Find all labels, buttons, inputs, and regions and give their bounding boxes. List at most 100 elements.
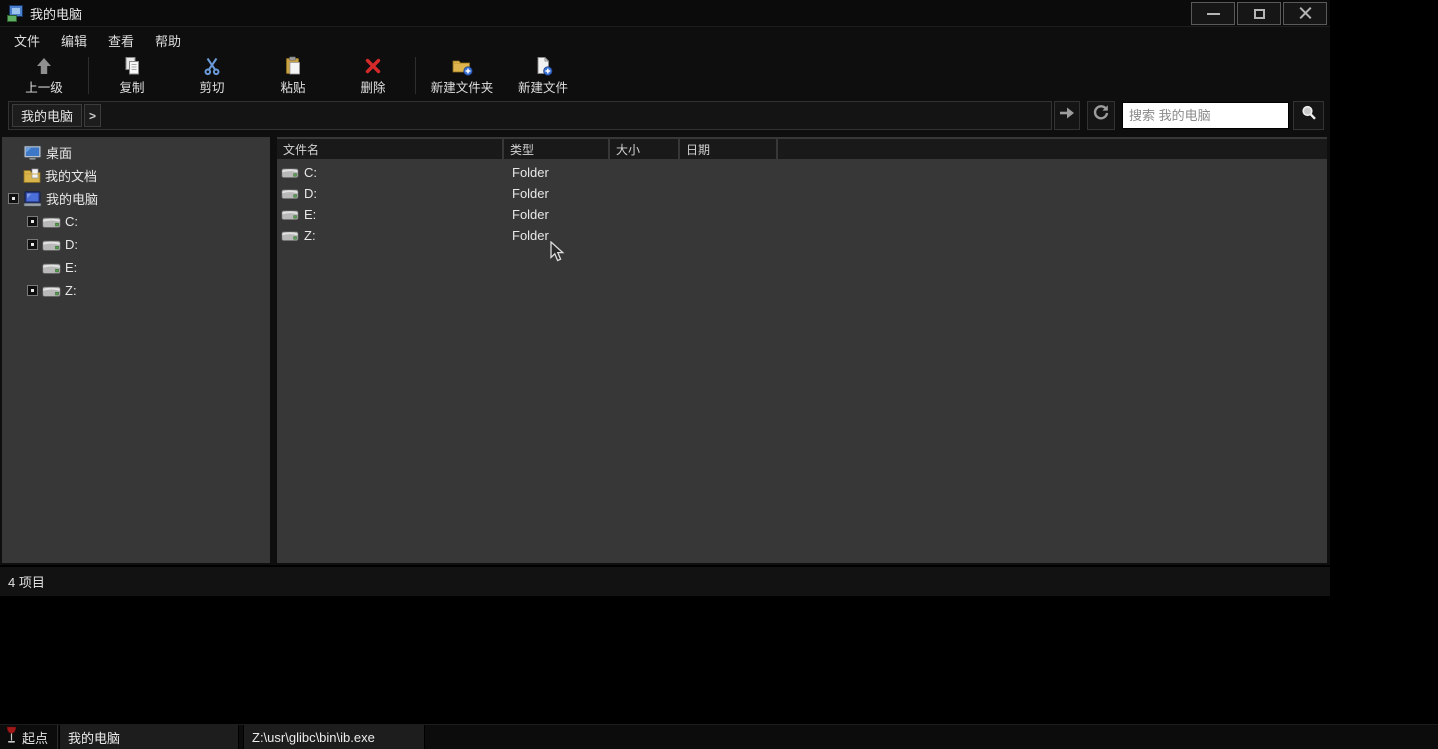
up-arrow-icon: [34, 55, 54, 76]
drive-icon: [281, 187, 299, 200]
toolbar-separator: [88, 57, 89, 94]
tree-item-label: E:: [65, 260, 77, 275]
tree-item-label: 桌面: [46, 143, 72, 162]
go-arrow-icon: [1058, 106, 1076, 125]
menu-item-view[interactable]: 查看: [108, 31, 134, 50]
maximize-button[interactable]: [1237, 2, 1281, 25]
address-bar[interactable]: 我的电脑 >: [8, 101, 1052, 130]
file-row-z[interactable]: Z: Folder: [277, 225, 1327, 246]
tree-item-drive-d[interactable]: D:: [2, 233, 270, 256]
new-folder-button[interactable]: 新建文件夹: [420, 55, 504, 96]
title-bar[interactable]: 我的电脑: [0, 0, 1330, 27]
taskbar-task-computer[interactable]: 我的电脑: [59, 725, 239, 749]
toolbar-label: 新建文件夹: [431, 77, 494, 96]
taskbar: 起点 我的电脑 Z:\usr\glibc\bin\ib.exe: [0, 724, 1438, 749]
column-header-type[interactable]: 类型: [504, 139, 608, 159]
expander-icon[interactable]: [27, 216, 38, 227]
start-label: 起点: [22, 728, 48, 747]
menu-item-help[interactable]: 帮助: [155, 31, 181, 50]
paste-button[interactable]: 粘贴: [257, 55, 329, 96]
app-icon: [7, 5, 24, 22]
tree-item-drive-e[interactable]: E:: [2, 256, 270, 279]
column-header-date[interactable]: 日期: [680, 139, 776, 159]
toolbar-label: 剪切: [199, 77, 224, 96]
column-header-size[interactable]: 大小: [610, 139, 678, 159]
tree-item-documents[interactable]: 我的文档: [2, 164, 270, 187]
file-list-header: 文件名 类型 大小 日期: [277, 139, 1327, 159]
drive-icon: [42, 284, 61, 298]
drive-icon: [281, 166, 299, 179]
search-button[interactable]: [1293, 101, 1324, 130]
tree-item-desktop[interactable]: 桌面: [2, 141, 270, 164]
wine-icon: [5, 726, 18, 749]
refresh-icon: [1092, 104, 1110, 127]
drive-icon: [42, 261, 61, 275]
desktop: { "window": { "title": "我的电脑" }, "icons"…: [0, 0, 1438, 749]
cut-button[interactable]: 剪切: [176, 55, 248, 96]
go-button[interactable]: [1054, 101, 1080, 130]
new-file-icon: [533, 55, 553, 76]
file-type: Folder: [504, 165, 608, 180]
menu-item-edit[interactable]: 编辑: [61, 31, 87, 50]
tree-item-label: 我的文档: [45, 166, 97, 185]
tree-item-computer[interactable]: 我的电脑: [2, 187, 270, 210]
close-icon: [1299, 7, 1312, 20]
toolbar: 上一级 复制: [0, 53, 1330, 98]
documents-icon: [23, 168, 41, 183]
new-file-button[interactable]: 新建文件: [508, 55, 578, 96]
file-rows: C: Folder D: Folder E:: [277, 162, 1327, 246]
expander-icon[interactable]: [8, 193, 19, 204]
status-items-count: 4 项目: [8, 572, 45, 591]
file-row-d[interactable]: D: Folder: [277, 183, 1327, 204]
expander-icon[interactable]: [27, 285, 38, 296]
search-icon: [1300, 104, 1318, 127]
minimize-button[interactable]: [1191, 2, 1235, 25]
menu-bar: 文件 编辑 查看 帮助: [0, 28, 1330, 53]
file-list-panel: 文件名 类型 大小 日期 C: Folder: [277, 137, 1327, 563]
tree-item-drive-c[interactable]: C:: [2, 210, 270, 233]
drive-icon: [281, 229, 299, 242]
close-button[interactable]: [1283, 2, 1327, 25]
copy-icon: [122, 55, 142, 76]
drive-icon: [42, 215, 61, 229]
tree-item-label: Z:: [65, 283, 77, 298]
tree-item-label: C:: [65, 214, 78, 229]
expander-icon[interactable]: [27, 239, 38, 250]
tree-item-label: D:: [65, 237, 78, 252]
drive-icon: [281, 208, 299, 221]
file-row-c[interactable]: C: Folder: [277, 162, 1327, 183]
file-manager-window: 我的电脑 文件 编辑 查看 帮助 上一级: [0, 0, 1330, 596]
delete-button[interactable]: 删除: [337, 55, 409, 96]
file-name: Z:: [304, 228, 316, 243]
minimize-icon: [1207, 13, 1220, 15]
file-name: D:: [304, 186, 317, 201]
tree-item-drive-z[interactable]: Z:: [2, 279, 270, 302]
file-name: E:: [304, 207, 316, 222]
status-bar: 4 项目: [0, 565, 1330, 596]
maximize-icon: [1254, 9, 1265, 19]
tree-item-label: 我的电脑: [46, 189, 98, 208]
start-button[interactable]: 起点: [0, 725, 58, 749]
toolbar-label: 上一级: [25, 77, 63, 96]
breadcrumb-button[interactable]: 我的电脑: [12, 104, 82, 127]
window-title: 我的电脑: [30, 4, 82, 23]
refresh-button[interactable]: [1087, 101, 1115, 130]
delete-icon: [363, 55, 383, 76]
breadcrumb-chevron-button[interactable]: >: [84, 104, 101, 127]
taskbar-task-ib-exe[interactable]: Z:\usr\glibc\bin\ib.exe: [243, 725, 425, 749]
toolbar-label: 新建文件: [518, 77, 568, 96]
file-type: Folder: [504, 207, 608, 222]
toolbar-label: 复制: [119, 77, 144, 96]
search-input[interactable]: [1122, 102, 1289, 129]
file-name: C:: [304, 165, 317, 180]
up-one-level-button[interactable]: 上一级: [8, 55, 80, 96]
drive-icon: [42, 238, 61, 252]
new-folder-icon: [451, 55, 473, 76]
address-row: 我的电脑 >: [0, 98, 1330, 135]
folder-tree: 桌面 我的文档 我的电脑: [2, 137, 270, 563]
paste-icon: [283, 55, 303, 76]
column-header-name[interactable]: 文件名: [277, 139, 502, 159]
menu-item-file[interactable]: 文件: [14, 31, 40, 50]
copy-button[interactable]: 复制: [96, 55, 168, 96]
file-row-e[interactable]: E: Folder: [277, 204, 1327, 225]
